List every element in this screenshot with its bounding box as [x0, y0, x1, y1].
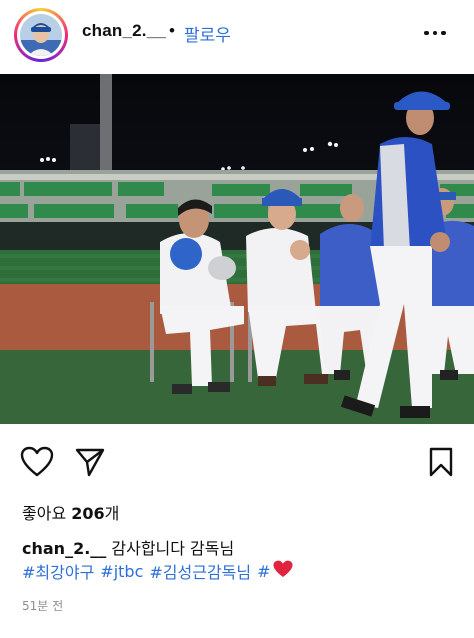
likes-number: 206	[71, 504, 105, 523]
send-icon[interactable]	[74, 446, 106, 483]
red-heart-emoji-icon	[273, 560, 293, 582]
likes-count[interactable]: 좋아요 206개	[22, 500, 119, 524]
avatar-photo	[20, 14, 62, 56]
separator-dot: •	[169, 21, 175, 40]
likes-suffix: 개	[104, 504, 120, 523]
more-horizontal-icon[interactable]	[424, 24, 450, 42]
post-photo[interactable]	[0, 74, 474, 424]
username[interactable]: chan_2.__	[82, 21, 166, 41]
action-bar	[0, 440, 474, 484]
likes-label: 좋아요	[22, 504, 67, 523]
post-header: chan_2.__ • 팔로우	[0, 0, 474, 72]
caption-username[interactable]: chan_2.__	[22, 539, 106, 558]
caption-text: 감사합니다 감독님	[111, 539, 235, 558]
hashtag[interactable]: #김성근감독님	[149, 559, 251, 583]
heart-icon[interactable]	[20, 446, 54, 483]
follow-button[interactable]: 팔로우	[184, 21, 231, 46]
profile-avatar[interactable]	[14, 8, 68, 62]
hashtag[interactable]: #	[257, 562, 270, 581]
bookmark-icon[interactable]	[428, 446, 454, 483]
hashtag[interactable]: #jtbc	[100, 562, 143, 581]
caption: chan_2.__ 감사합니다 감독님	[22, 535, 234, 559]
hashtag[interactable]: #최강야구	[22, 559, 94, 583]
post-timestamp: 51분 전	[22, 599, 64, 613]
hashtag-list: #최강야구 #jtbc #김성근감독님 #	[22, 559, 293, 583]
